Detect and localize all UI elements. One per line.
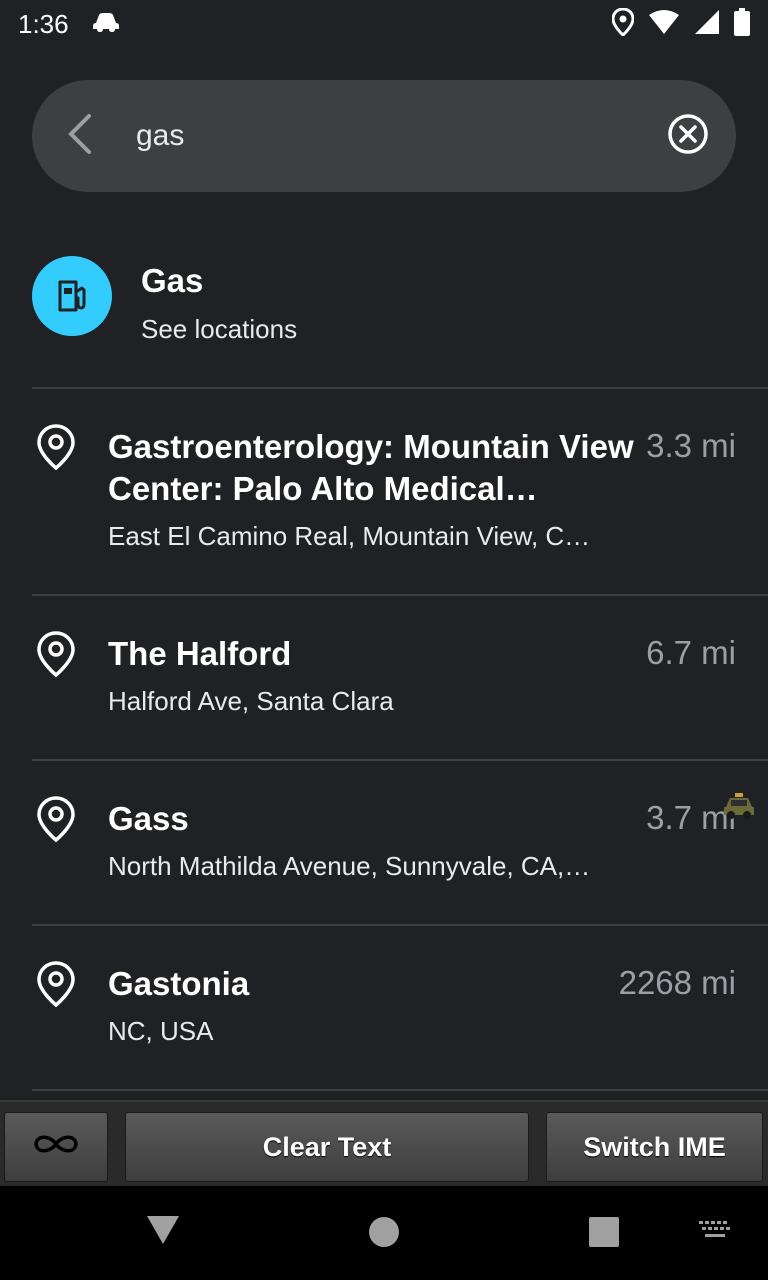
ime-infinity-button[interactable] — [4, 1112, 108, 1182]
taxi-car-icon — [724, 793, 754, 819]
result-item[interactable]: Gass 3.7 mi North Mathilda Avenue, Sunny… — [0, 761, 768, 924]
switch-ime-button[interactable]: Switch IME — [546, 1112, 763, 1182]
search-input[interactable] — [128, 106, 640, 166]
chevron-left-icon — [65, 112, 95, 161]
divider — [32, 1089, 768, 1091]
clock: 1:36 — [18, 8, 69, 39]
clear-search-button[interactable] — [640, 80, 736, 192]
nav-back-button[interactable] — [146, 1214, 180, 1251]
place-pin-icon — [37, 424, 75, 471]
result-distance: 6.7 mi — [646, 634, 736, 671]
result-address: NC, USA — [108, 1016, 214, 1046]
clear-text-button[interactable]: Clear Text — [125, 1112, 529, 1182]
nav-keyboard-button[interactable] — [698, 1220, 732, 1245]
place-pin-icon — [37, 796, 75, 843]
category-suggestion[interactable]: Gas See locations — [0, 230, 768, 388]
result-item[interactable]: The Halford 6.7 mi Halford Ave, Santa Cl… — [0, 596, 768, 759]
infinity-icon — [31, 1131, 81, 1164]
result-item[interactable]: Gastonia 2268 mi NC, USA — [0, 926, 768, 1089]
result-title: Gastroenterology: Mountain View Center: … — [108, 428, 634, 507]
category-subtitle: See locations — [141, 314, 298, 344]
system-nav-bar — [0, 1186, 768, 1280]
result-distance: 2268 mi — [618, 964, 736, 1001]
home-circle-icon — [369, 1217, 399, 1247]
recents-square-icon — [589, 1217, 619, 1247]
location-icon — [611, 6, 635, 41]
result-title: Gass — [108, 800, 189, 837]
search-bar — [32, 80, 736, 192]
result-address: Halford Ave, Santa Clara — [108, 686, 394, 716]
close-circle-icon — [667, 113, 709, 160]
category-title: Gas — [141, 262, 204, 299]
nav-recents-button[interactable] — [588, 1216, 620, 1253]
status-bar: 1:36 — [0, 0, 768, 48]
result-address: East El Camino Real, Mountain View, C… — [108, 521, 591, 551]
place-pin-icon — [37, 631, 75, 678]
nav-home-button[interactable] — [368, 1216, 400, 1253]
back-triangle-icon — [147, 1216, 179, 1244]
ime-toolbar: Clear Text Switch IME — [0, 1100, 768, 1188]
result-distance: 3.3 mi — [646, 427, 736, 464]
keyboard-icon — [699, 1221, 730, 1237]
place-pin-icon — [37, 961, 75, 1008]
notification-car-icon — [91, 9, 121, 40]
gas-station-icon — [32, 256, 112, 336]
result-item[interactable]: Gastroenterology: Mountain View Center: … — [0, 389, 768, 594]
battery-icon — [734, 7, 750, 41]
back-button[interactable] — [32, 80, 128, 192]
result-title: The Halford — [108, 635, 292, 672]
wifi-icon — [648, 9, 680, 40]
cell-signal-icon — [694, 9, 720, 40]
result-title: Gastonia — [108, 965, 250, 1002]
result-address: North Mathilda Avenue, Sunnyvale, CA,… — [108, 851, 591, 881]
